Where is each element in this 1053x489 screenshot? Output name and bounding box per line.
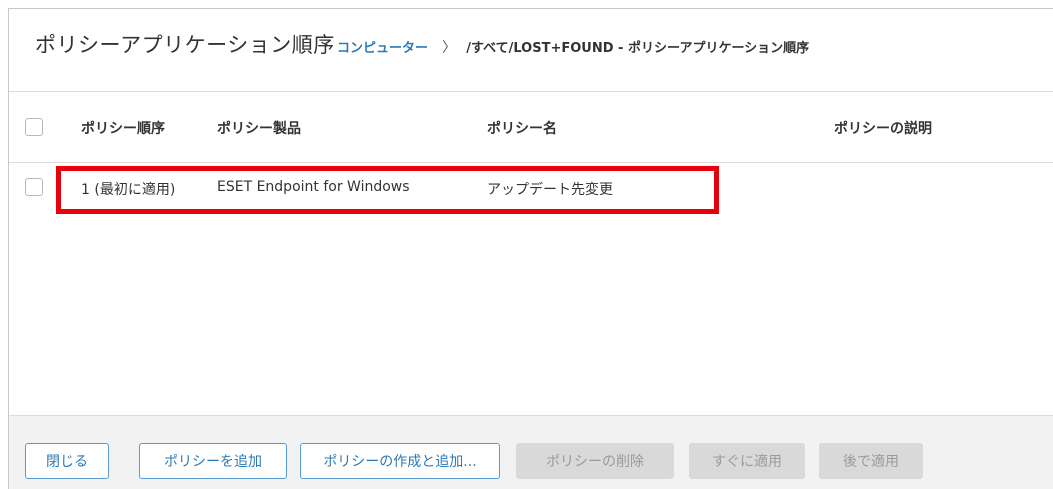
table-header: ポリシー順序 ポリシー製品 ポリシー名 ポリシーの説明 xyxy=(9,92,1053,163)
row-checkbox[interactable] xyxy=(25,178,43,196)
window-header: ポリシーアプリケーション順序 コンピューター 〉 /すべて/LOST+FOUND… xyxy=(9,9,1053,92)
cell-product: ESET Endpoint for Windows xyxy=(217,179,410,195)
apply-later-button[interactable]: 後で適用 xyxy=(819,443,923,479)
column-header-description[interactable]: ポリシーの説明 xyxy=(834,118,932,138)
apply-now-button[interactable]: すぐに適用 xyxy=(689,443,805,479)
delete-policy-button[interactable]: ポリシーの削除 xyxy=(516,443,674,479)
cell-name: アップデート先変更 xyxy=(487,182,613,198)
page-title: ポリシーアプリケーション順序 xyxy=(35,33,335,57)
column-header-order[interactable]: ポリシー順序 xyxy=(81,118,165,138)
select-all-checkbox[interactable] xyxy=(25,118,43,136)
add-policy-button[interactable]: ポリシーを追加 xyxy=(139,443,287,479)
breadcrumb-path: /すべて/LOST+FOUND - ポリシーアプリケーション順序 xyxy=(466,41,810,56)
table-row[interactable]: 1 (最初に適用) ESET Endpoint for Windows アップデ… xyxy=(9,163,1053,211)
column-header-name[interactable]: ポリシー名 xyxy=(487,118,557,138)
breadcrumb-separator-icon: 〉 xyxy=(442,40,457,56)
breadcrumb-computers-link[interactable]: コンピューター xyxy=(337,41,428,56)
cell-order: 1 (最初に適用) xyxy=(81,182,176,198)
policy-application-order-window: ポリシーアプリケーション順序 コンピューター 〉 /すべて/LOST+FOUND… xyxy=(8,8,1053,489)
button-bar: 閉じる ポリシーを追加 ポリシーの作成と追加... ポリシーの削除 すぐに適用 … xyxy=(9,415,1053,489)
create-and-add-policy-button[interactable]: ポリシーの作成と追加... xyxy=(300,443,500,479)
column-header-product[interactable]: ポリシー製品 xyxy=(217,118,301,138)
breadcrumb: コンピューター 〉 /すべて/LOST+FOUND - ポリシーアプリケーション… xyxy=(337,37,809,57)
close-button[interactable]: 閉じる xyxy=(25,443,109,479)
